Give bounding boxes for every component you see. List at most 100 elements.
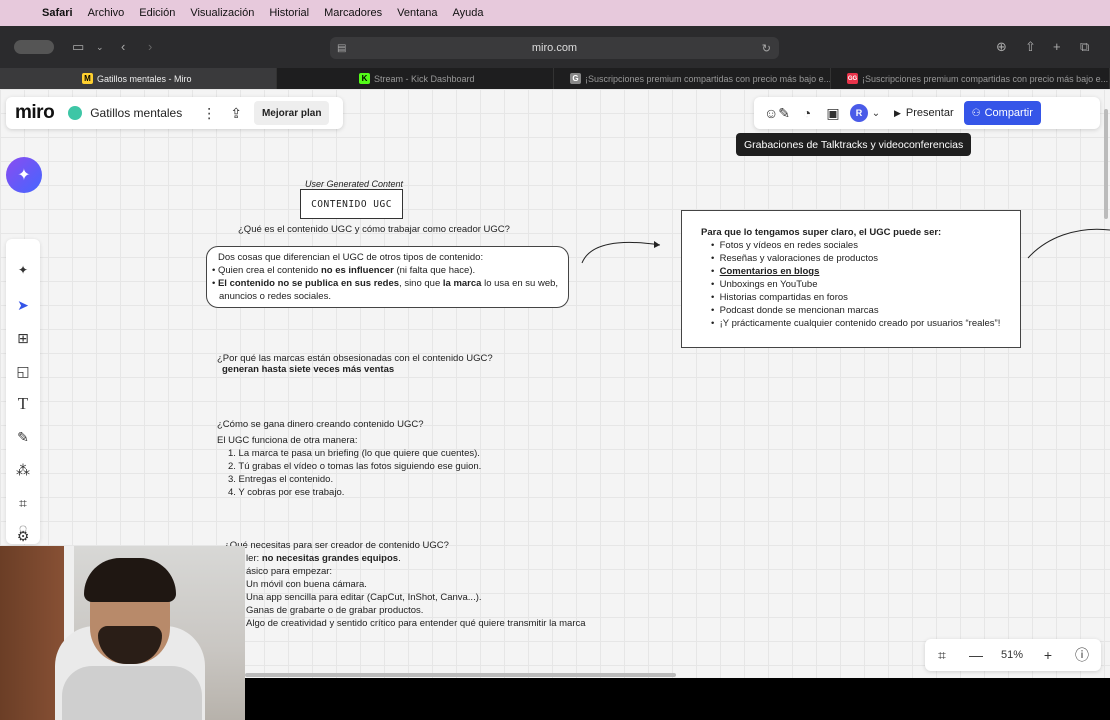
question-1[interactable]: ¿Qué es el contenido UGC y cómo trabajar… — [238, 223, 510, 236]
back-icon[interactable]: ‹ — [121, 39, 125, 54]
tab-overview-icon[interactable]: ⧉ — [1080, 39, 1089, 55]
pen-icon[interactable]: ✎ — [12, 426, 34, 448]
menu-marcadores[interactable]: Marcadores — [324, 7, 382, 19]
types-item-2: • Reseñas y valoraciones de productos — [711, 253, 879, 264]
answer-3-intro[interactable]: El UGC funciona de otra manera: — [217, 434, 357, 447]
fit-to-screen-icon[interactable]: ⌗ — [925, 647, 959, 664]
menu-edicion[interactable]: Edición — [139, 7, 175, 19]
question-4[interactable]: ¿Qué necesitas para ser creador de conte… — [224, 539, 449, 552]
ugc-title-box[interactable]: CONTENIDO UGC — [300, 189, 403, 219]
menu-historial[interactable]: Historial — [269, 7, 309, 19]
webcam-person-hair — [84, 558, 176, 602]
tab-miro[interactable]: M Gatillos mentales - Miro — [0, 68, 277, 89]
page-icon: ▤ — [337, 42, 347, 54]
answer-3-step-1: 1. La marca te pasa un briefing (lo que … — [228, 448, 480, 459]
reload-icon[interactable]: ↻ — [762, 42, 771, 55]
zoom-level[interactable]: 51% — [993, 649, 1031, 661]
board-header: miro Gatillos mentales ⋮ ⇪ Mejorar plan — [6, 97, 343, 129]
chevron-down-icon[interactable]: ⌄ — [868, 108, 884, 119]
menu-ventana[interactable]: Ventana — [397, 7, 437, 19]
tab-title: Gatillos mentales - Miro — [97, 73, 192, 84]
g-favicon-icon: G — [570, 73, 581, 84]
horizontal-scrollbar[interactable] — [245, 673, 676, 677]
zoom-out-icon[interactable]: — — [959, 647, 993, 663]
answer-4-line1[interactable]: ler: no necesitas grandes equipos. — [246, 552, 401, 565]
talktrack-tooltip: Grabaciones de Talktracks y videoconfere… — [736, 133, 972, 156]
board-name[interactable]: Gatillos mentales — [90, 106, 182, 120]
tab-title: Stream - Kick Dashboard — [374, 73, 475, 84]
export-icon[interactable]: ⇪ — [230, 105, 242, 122]
miro-logo[interactable]: miro — [15, 102, 55, 124]
macos-menubar: Safari Archivo Edición Visualización His… — [0, 0, 1110, 26]
safari-toolbar: ▭ ⌄ ‹ › ▤ miro.com ↻ ⊕ ⇧ + ⧉ — [0, 26, 1110, 68]
select-cursor-icon[interactable]: ➤ — [12, 294, 34, 316]
share-label: Compartir — [984, 107, 1033, 119]
help-icon[interactable]: ⓘ — [1065, 645, 1099, 665]
zoom-controls: ⌗ — 51% + ⓘ — [925, 639, 1101, 671]
ai-assistant-icon[interactable]: ✦ — [6, 157, 42, 193]
left-toolbar: ✦ ➤ ⊞ ◱ T ✎ ⁂ ⌗ ⚙ — [6, 239, 40, 544]
types-item-1: • Fotos y vídeos en redes sociales — [711, 240, 858, 251]
board-icon — [68, 106, 83, 120]
types-item-6: • Podcast donde se mencionan marcas — [711, 305, 879, 316]
types-title: Para que lo tengamos super claro, el UGC… — [701, 227, 942, 238]
vertical-scrollbar[interactable] — [1104, 109, 1108, 219]
tab-title: ¡Suscripciones premium compartidas con p… — [585, 73, 831, 84]
connector-arrow-1[interactable] — [580, 235, 664, 265]
chat-icon[interactable]: ◌ — [12, 517, 34, 539]
box1-bullet1: • Quien crea el contenido no es influenc… — [212, 265, 476, 276]
answer-3-step-3: 3. Entregas el contenido. — [228, 474, 334, 485]
url-text: miro.com — [531, 42, 578, 54]
tab-kick[interactable]: K Stream - Kick Dashboard — [277, 68, 554, 89]
talktrack-icon[interactable]: ▣ — [820, 105, 846, 122]
forward-icon[interactable]: › — [148, 39, 152, 54]
menu-ayuda[interactable]: Ayuda — [453, 7, 484, 19]
answer-2[interactable]: generan hasta siete veces más ventas — [222, 363, 394, 376]
kick-favicon-icon: K — [359, 73, 370, 84]
text-icon[interactable]: T — [12, 393, 34, 415]
more-options-icon[interactable]: ⋮ — [202, 105, 216, 122]
reactions-icon[interactable]: ☺✎ — [760, 105, 794, 122]
answer-3-step-4: 4. Y cobras por ese trabajo. — [228, 487, 345, 498]
sparkle-icon[interactable]: ✦ — [12, 259, 34, 281]
new-tab-icon[interactable]: + — [1053, 39, 1061, 54]
share-icon[interactable]: ⇧ — [1025, 39, 1036, 55]
upgrade-button[interactable]: Mejorar plan — [253, 101, 330, 125]
present-button[interactable]: ▶ Presentar — [894, 107, 954, 119]
box1-bullet2-cont: anuncios o redes sociales. — [219, 291, 331, 302]
window-controls[interactable] — [14, 40, 54, 54]
templates-icon[interactable]: ⊞ — [12, 327, 34, 349]
types-item-7: • ¡Y prácticamente cualquier contenido c… — [711, 318, 1001, 329]
question-3[interactable]: ¿Cómo se gana dinero creando contenido U… — [217, 418, 423, 431]
connector-arrow-2[interactable] — [1026, 224, 1110, 260]
miro-favicon-icon: M — [82, 73, 93, 84]
sidebar-icon[interactable]: ▭ — [72, 39, 84, 55]
answer-4-item-1: Un móvil con buena cámara. — [246, 579, 367, 590]
menu-safari[interactable]: Safari — [42, 7, 73, 19]
people-icon: ⚇ — [971, 107, 981, 119]
webcam-overlay — [0, 546, 245, 720]
types-item-5: • Historias compartidas en foros — [711, 292, 848, 303]
answer-3-step-2: 2. Tú grabas el vídeo o tomas las fotos … — [228, 461, 482, 472]
shapes-icon[interactable]: ⁂ — [12, 459, 34, 481]
comments-icon[interactable]: ◔ — [794, 105, 820, 121]
frame-icon[interactable]: ⌗ — [12, 492, 34, 514]
box1-line1: Dos cosas que diferencian el UGC de otro… — [218, 252, 484, 263]
answer-4-item-2: Una app sencilla para editar (CapCut, In… — [246, 592, 482, 603]
zoom-in-icon[interactable]: + — [1031, 647, 1065, 663]
downloads-icon[interactable]: ⊕ — [996, 39, 1007, 55]
tab-suscripciones-1[interactable]: G ¡Suscripciones premium compartidas con… — [554, 68, 831, 89]
answer-4-item-4: Algo de creatividad y sentido crítico pa… — [246, 618, 586, 629]
answer-4-item-3: Ganas de grabarte o de grabar productos. — [246, 605, 424, 616]
sticky-note-icon[interactable]: ◱ — [12, 360, 34, 382]
share-button[interactable]: ⚇ Compartir — [963, 101, 1041, 125]
address-bar[interactable]: ▤ miro.com ↻ — [330, 37, 779, 59]
bottom-dark-strip — [245, 678, 1110, 720]
tab-suscripciones-2[interactable]: GG ¡Suscripciones premium compartidas co… — [831, 68, 1110, 89]
chevron-down-icon[interactable]: ⌄ — [96, 42, 104, 53]
menu-archivo[interactable]: Archivo — [88, 7, 125, 19]
tab-title: ¡Suscripciones premium compartidas con p… — [862, 73, 1109, 84]
menu-visualizacion[interactable]: Visualización — [190, 7, 254, 19]
gg-favicon-icon: GG — [847, 73, 858, 84]
user-avatar[interactable]: R — [850, 104, 868, 122]
